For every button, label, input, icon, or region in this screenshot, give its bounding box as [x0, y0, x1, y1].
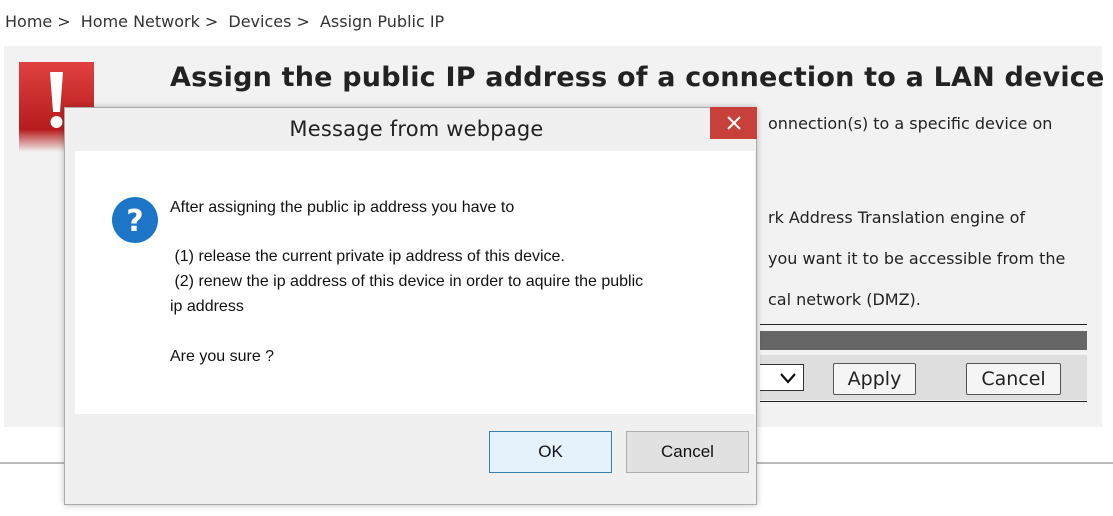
- page-title: Assign the public IP address of a connec…: [170, 62, 1105, 93]
- dialog-message-line: ip address: [170, 298, 244, 315]
- breadcrumb: Home > Home Network > Devices > Assign Publ…: [5, 12, 449, 31]
- dialog-close-button[interactable]: [710, 107, 757, 139]
- dialog-message-line: (1) release the current private ip addre…: [170, 248, 565, 265]
- divider: [760, 401, 1087, 402]
- breadcrumb-devices[interactable]: Devices: [228, 12, 291, 31]
- description-line: rk Address Translation engine of: [768, 208, 1026, 227]
- table-header-bar: [760, 331, 1087, 350]
- svg-text:?: ?: [126, 204, 143, 239]
- breadcrumb-assign-public-ip: Assign Public IP: [319, 12, 445, 31]
- description-line: cal network (DMZ).: [768, 290, 921, 309]
- chevron-down-icon: [780, 373, 796, 384]
- breadcrumb-separator: >: [296, 12, 310, 31]
- apply-button[interactable]: Apply: [833, 363, 916, 395]
- description-line: onnection(s) to a specific device on: [768, 114, 1053, 133]
- dialog-confirm-question: Are you sure ?: [170, 348, 275, 365]
- breadcrumb-home-network[interactable]: Home Network: [81, 12, 200, 31]
- dialog-title: Message from webpage: [289, 117, 544, 141]
- close-icon: [726, 116, 741, 130]
- divider: [760, 324, 1087, 325]
- breadcrumb-separator: >: [204, 12, 219, 31]
- ok-button[interactable]: OK: [489, 431, 612, 473]
- message-dialog: Message from webpage ? After assigning t…: [64, 107, 757, 505]
- description-line: you want it to be accessible from the: [768, 249, 1066, 268]
- dialog-message-line: After assigning the public ip address yo…: [170, 199, 515, 216]
- dialog-body: ? After assigning the public ip address …: [75, 151, 755, 414]
- breadcrumb-separator: >: [57, 12, 71, 31]
- dialog-message-line: (2) renew the ip address of this device …: [170, 273, 644, 290]
- device-select[interactable]: [760, 364, 804, 391]
- cancel-button[interactable]: Cancel: [626, 431, 749, 473]
- breadcrumb-home[interactable]: Home: [5, 12, 52, 31]
- page-cancel-button[interactable]: Cancel: [966, 363, 1061, 395]
- question-icon: ?: [112, 197, 158, 243]
